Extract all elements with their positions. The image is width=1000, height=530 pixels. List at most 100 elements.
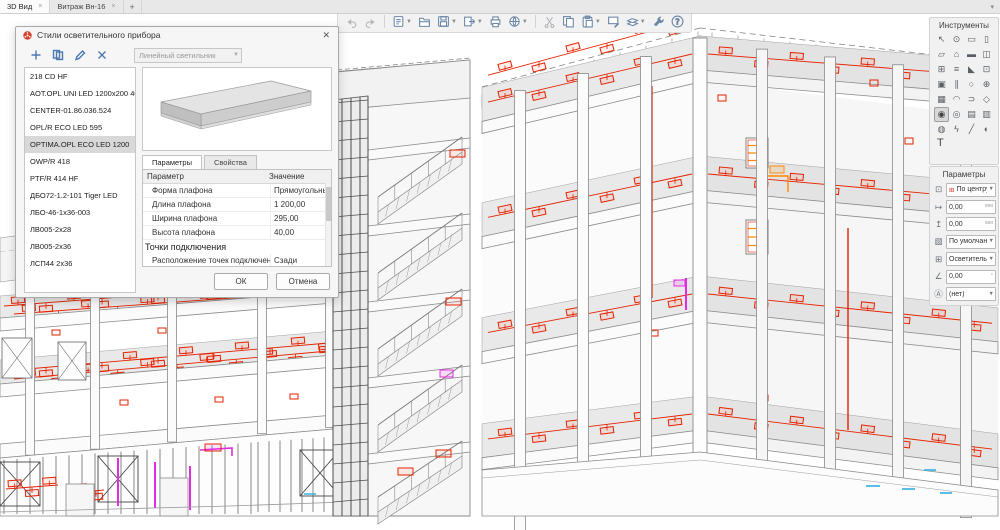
table-scrollbar[interactable] xyxy=(325,183,331,266)
fitting-tool-icon[interactable]: ◇ xyxy=(979,92,994,107)
electrical-panel-tool-icon[interactable]: ▥ xyxy=(979,107,994,122)
cut-icon[interactable] xyxy=(541,13,558,30)
new-project-icon[interactable]: ▼ xyxy=(390,13,414,30)
rotation-angle-input[interactable]: 0,00° xyxy=(946,270,996,284)
list-item[interactable]: ЛВ005-2х28 xyxy=(25,221,135,238)
list-item[interactable]: ЛВ005-2х36 xyxy=(25,238,135,255)
roof-tool-icon[interactable]: ⌂ xyxy=(949,47,964,62)
settings-wrench-icon[interactable] xyxy=(650,13,667,30)
boolean-shapes-tool-icon[interactable]: ◐ xyxy=(979,122,994,137)
chevron-down-icon: ▼ xyxy=(989,291,994,297)
delete-icon[interactable] xyxy=(96,49,108,63)
cancel-button[interactable]: Отмена xyxy=(276,273,330,290)
stair-tool-icon[interactable]: ≡ xyxy=(949,62,964,77)
print-icon[interactable] xyxy=(487,13,504,30)
opening-tool-icon[interactable]: ▣ xyxy=(934,77,949,92)
wall-tool-icon[interactable]: ▭ xyxy=(964,32,979,47)
new-tab-button[interactable]: + xyxy=(124,0,142,13)
category-select[interactable]: Осветительный прибор▼ xyxy=(946,252,996,266)
list-item[interactable]: CENTER-01.86.036.524 xyxy=(25,102,135,119)
tabbar-menu-icon[interactable]: ▾ xyxy=(984,0,1000,13)
measure-tool-icon[interactable]: ⊙ xyxy=(949,32,964,47)
dialog-toolbar xyxy=(30,49,108,63)
horizontal-offset-input[interactable]: 0,00мм xyxy=(946,200,996,214)
table-header-row: ПараметрЗначение xyxy=(143,170,331,184)
beam-tool-icon[interactable]: ▬ xyxy=(964,47,979,62)
help-icon[interactable]: ? xyxy=(669,13,686,30)
close-tab-icon[interactable]: × xyxy=(111,3,115,10)
fixture-3d-thumbnail xyxy=(143,68,329,148)
duct-tool-icon[interactable]: ◠ xyxy=(949,92,964,107)
electric-device-tool-icon[interactable]: ◎ xyxy=(949,107,964,122)
save-icon[interactable]: ▼ xyxy=(435,13,459,30)
list-item[interactable]: AOT.OPL UNI LED 1200x200 4000K xyxy=(25,85,135,102)
vertical-offset-input[interactable]: 0,00мм xyxy=(946,217,996,231)
railing-tool-icon[interactable]: ∥ xyxy=(949,77,964,92)
text-tool[interactable]: T xyxy=(930,137,998,151)
style-brush-icon[interactable] xyxy=(605,13,622,30)
3d-views-icon[interactable]: ▼ xyxy=(624,13,648,30)
category-icon: ⊞ xyxy=(933,254,944,265)
list-item[interactable]: ЛСП44 2х36 xyxy=(25,255,135,272)
list-item[interactable]: PTF/R 414 HF xyxy=(25,170,135,187)
paste-icon[interactable]: ▼ xyxy=(579,13,603,30)
pipe-tool-icon[interactable]: ⊃ xyxy=(964,92,979,107)
redo-icon[interactable] xyxy=(362,13,379,30)
table-row[interactable]: Ширина плафона295,00 xyxy=(143,212,331,226)
ramp-tool-icon[interactable]: ◣ xyxy=(964,62,979,77)
placement-select[interactable]: ⊞По центру▼ xyxy=(946,183,996,197)
list-item[interactable]: OPTIMA.OPL ECO LED 1200 xyxy=(25,136,135,153)
select-tool-icon[interactable]: ↖ xyxy=(934,32,949,47)
edit-icon[interactable] xyxy=(74,49,86,63)
style-select[interactable]: По умолчанию▼ xyxy=(946,235,996,249)
route-tool-icon[interactable]: ╱ xyxy=(964,122,979,137)
column-tool-icon[interactable]: ▯ xyxy=(979,32,994,47)
light-fixture-tool-icon[interactable]: ◉ xyxy=(934,107,949,122)
list-item[interactable]: OPL/R ECO LED 595 xyxy=(25,119,135,136)
parameters-panel-title: Параметры xyxy=(930,167,998,181)
vertical-offset-icon: ↥ xyxy=(933,219,944,230)
dialog-close-icon[interactable]: ✕ xyxy=(320,30,332,41)
tools-panel-title: Инструменты xyxy=(930,18,998,32)
tab-parameters[interactable]: Параметры xyxy=(142,155,202,170)
table-row[interactable]: Расположение точек подключенияСзади xyxy=(143,254,331,267)
collaboration-icon[interactable]: ▼ xyxy=(506,13,530,30)
plate-tool-icon[interactable]: ▦ xyxy=(934,92,949,107)
table-row[interactable]: Форма плафонаПрямоугольный xyxy=(143,184,331,198)
door-tool-icon[interactable]: ◫ xyxy=(979,47,994,62)
parameters-panel: Параметры ⊡⊞По центру▼↦0,00мм↥0,00мм▧По … xyxy=(929,166,999,306)
socket-tool-icon[interactable]: ◍ xyxy=(934,122,949,137)
table-row[interactable]: Длина плафона1 200,00 xyxy=(143,198,331,212)
list-item[interactable]: 218 CD HF xyxy=(25,68,135,85)
list-item[interactable]: OWP/R 418 xyxy=(25,153,135,170)
tab-3d-view[interactable]: 3D Вид × xyxy=(0,0,50,13)
duplicate-icon[interactable] xyxy=(52,49,64,63)
shaft-tool-icon[interactable]: ○ xyxy=(964,77,979,92)
export-icon[interactable]: ▼ xyxy=(461,13,485,30)
equipment-tool-icon[interactable]: ⊕ xyxy=(979,77,994,92)
svg-text:?: ? xyxy=(675,16,679,26)
cable-tray-tool-icon[interactable]: ▤ xyxy=(964,107,979,122)
undo-icon[interactable] xyxy=(343,13,360,30)
open-icon[interactable] xyxy=(416,13,433,30)
tab-vitrazh[interactable]: Витраж Вн-16 × xyxy=(50,0,123,13)
toolbar-separator xyxy=(535,15,536,28)
mark-select[interactable]: (нет)▼ xyxy=(946,287,996,301)
wiring-tool-icon[interactable]: ϟ xyxy=(949,122,964,137)
copy-icon[interactable] xyxy=(560,13,577,30)
param-row-vertical-offset: ↥0,00мм xyxy=(930,216,998,233)
list-item[interactable]: ДБО72-1.2-101 Tiger LED xyxy=(25,187,135,204)
ok-button[interactable]: ОК xyxy=(214,273,268,290)
floor-tool-icon[interactable]: ▱ xyxy=(934,47,949,62)
list-item[interactable]: ЛБО-46-1х36-003 xyxy=(25,204,135,221)
close-tab-icon[interactable]: × xyxy=(38,3,42,10)
fixture-type-select[interactable]: Линейный светильник▼ xyxy=(134,48,242,63)
tab-properties[interactable]: Свойства xyxy=(204,155,257,170)
window-tool-icon[interactable]: ⊞ xyxy=(934,62,949,77)
add-icon[interactable] xyxy=(30,49,42,63)
assembly-tool-icon[interactable]: ⊡ xyxy=(979,62,994,77)
param-row-category: ⊞Осветительный прибор▼ xyxy=(930,251,998,268)
fixture-style-list: 218 CD HFAOT.OPL UNI LED 1200x200 4000KC… xyxy=(24,67,136,293)
table-group-row[interactable]: Точки подключения xyxy=(143,240,331,254)
table-row[interactable]: Высота плафона40,00 xyxy=(143,226,331,240)
